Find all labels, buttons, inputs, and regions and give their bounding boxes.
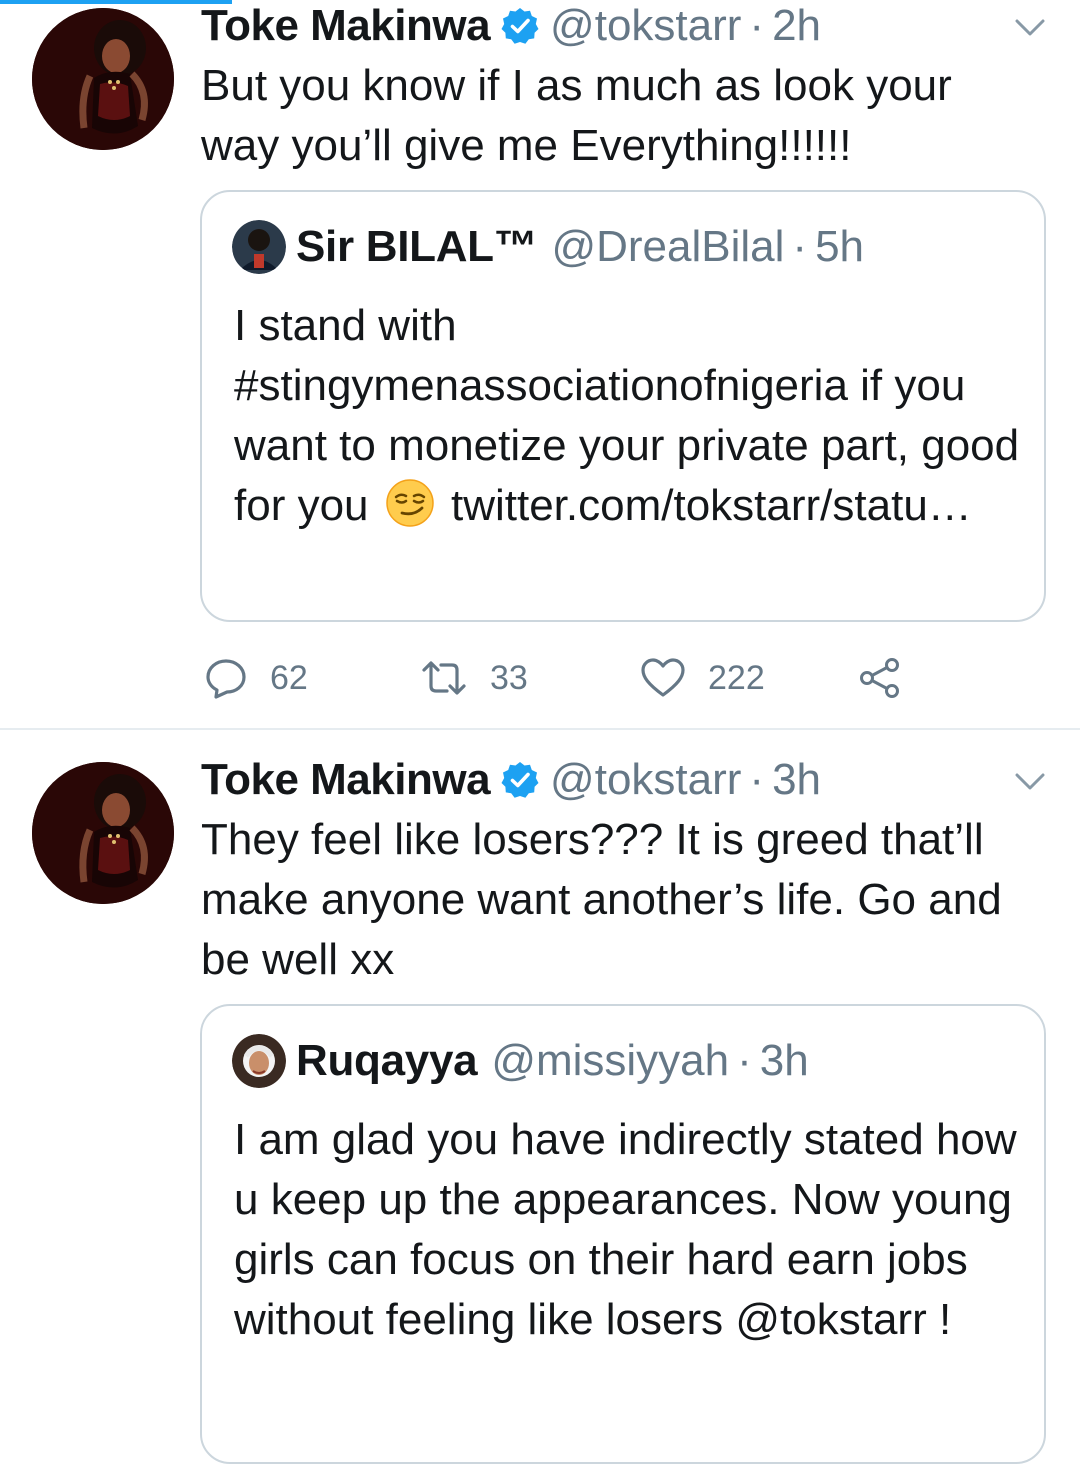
tweet-header: Toke Makinwa @tokstarr · 2h <box>201 0 821 52</box>
quoted-tweet[interactable]: Ruqayya @missiyyah · 3h I am glad you ha… <box>200 1004 1046 1464</box>
verified-badge-icon <box>500 760 540 800</box>
tweet[interactable]: Toke Makinwa @tokstarr · 2h But you know… <box>0 0 1080 728</box>
avatar-image <box>32 762 174 904</box>
author-name[interactable]: Toke Makinwa <box>201 0 491 52</box>
quoted-author-name: Ruqayya <box>296 1036 478 1085</box>
separator-dot: · <box>749 755 765 804</box>
share-button[interactable] <box>858 650 902 706</box>
reply-icon <box>204 656 248 700</box>
smirking-face-emoji-icon <box>385 478 435 528</box>
verified-badge-icon <box>500 6 540 46</box>
quoted-tweet-header: Ruqayya @missiyyah · 3h <box>232 1034 809 1088</box>
retweet-count: 33 <box>490 658 528 697</box>
chevron-down-icon[interactable] <box>1014 18 1046 38</box>
author-handle[interactable]: @tokstarr <box>550 754 741 806</box>
retweet-icon <box>420 656 468 700</box>
reply-count: 62 <box>270 658 308 697</box>
quoted-avatar <box>232 220 286 274</box>
separator-dot: · <box>792 222 808 271</box>
tweet-actions: 62 33 222 <box>0 650 1080 706</box>
quoted-author-handle: @missiyyah <box>491 1036 730 1085</box>
quoted-timestamp: 5h <box>815 222 865 271</box>
separator-dot: · <box>737 1036 752 1085</box>
share-icon <box>858 656 902 700</box>
quoted-timestamp: 3h <box>759 1036 809 1085</box>
quoted-author-name: Sir BILAL™ <box>296 222 538 271</box>
quoted-avatar <box>232 1034 286 1088</box>
quoted-tweet-text: I stand with #stingymenassociationofnige… <box>234 296 1024 536</box>
timestamp[interactable]: 2h <box>772 0 821 52</box>
author-name[interactable]: Toke Makinwa <box>201 754 491 806</box>
like-button[interactable]: 222 <box>640 650 765 706</box>
quoted-author-handle: @DrealBilal <box>551 222 785 271</box>
quoted-link[interactable]: twitter.com/tokstarr/statu… <box>451 481 972 530</box>
avatar-image <box>32 8 174 150</box>
like-count: 222 <box>708 658 765 697</box>
separator-dot: · <box>749 1 765 50</box>
tweet-text: But you know if I as much as look your w… <box>201 61 952 170</box>
tweet-header: Toke Makinwa @tokstarr · 3h <box>201 754 821 806</box>
quoted-tweet-text: I am glad you have indirectly stated how… <box>234 1115 1017 1344</box>
quoted-tweet[interactable]: Sir BILAL™ @DrealBilal · 5h I stand with… <box>200 190 1046 622</box>
author-handle[interactable]: @tokstarr <box>550 0 741 52</box>
quoted-tweet-header: Sir BILAL™ @DrealBilal · 5h <box>232 220 864 274</box>
heart-icon <box>640 656 686 700</box>
avatar[interactable] <box>32 762 174 904</box>
chevron-down-icon[interactable] <box>1014 772 1046 792</box>
retweet-button[interactable]: 33 <box>420 650 528 706</box>
avatar[interactable] <box>32 8 174 150</box>
timestamp[interactable]: 3h <box>772 754 821 806</box>
tweet-text: They feel like losers??? It is greed tha… <box>201 815 1002 984</box>
reply-button[interactable]: 62 <box>204 650 308 706</box>
tweet[interactable]: Toke Makinwa @tokstarr · 3h They feel li… <box>0 730 1080 1464</box>
